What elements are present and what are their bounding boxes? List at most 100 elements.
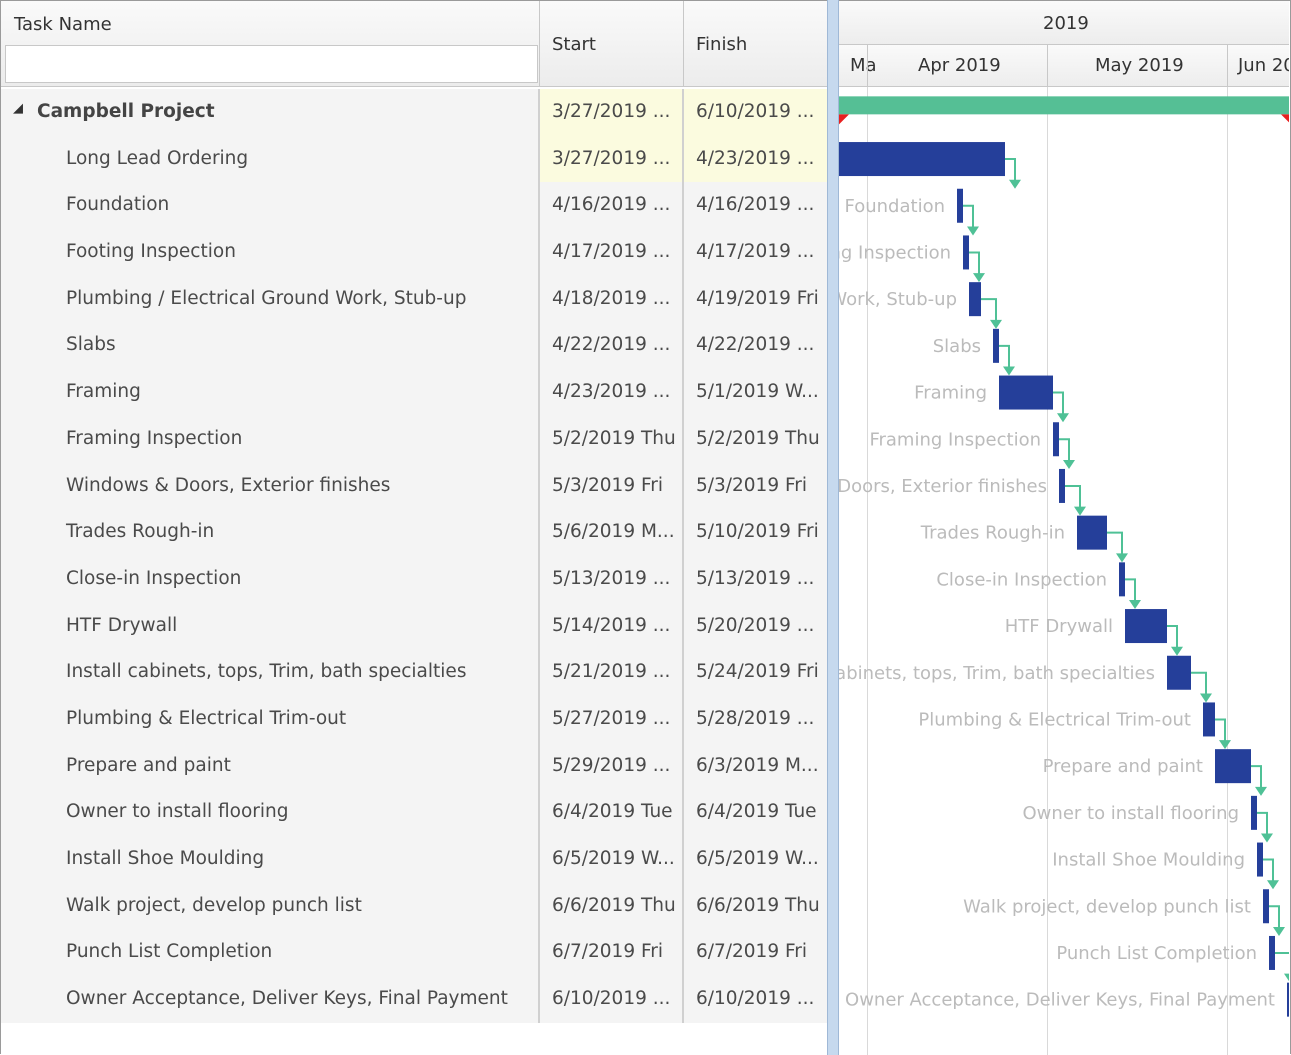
task-row[interactable]: HTF Drywall 5/14/2019 ... 5/20/2019 ... [1,602,827,650]
task-bar[interactable] [1203,702,1215,737]
task-name-cell[interactable]: Plumbing & Electrical Trim-out [1,695,540,743]
summary-bar[interactable] [839,96,1289,115]
start-date-cell[interactable]: 4/22/2019 ... [540,322,684,370]
task-name-filter-input[interactable] [5,45,538,83]
task-bar[interactable] [1119,562,1125,597]
task-bar[interactable] [1215,749,1251,784]
task-bar[interactable] [957,188,963,223]
task-bar[interactable] [1287,982,1289,1017]
task-row[interactable]: Slabs 4/22/2019 ... 4/22/2019 ... [1,322,827,370]
finish-date-cell[interactable]: 5/3/2019 Fri [684,462,827,510]
task-name-cell[interactable]: Owner Acceptance, Deliver Keys, Final Pa… [1,976,540,1023]
task-row[interactable]: Framing 4/23/2019 ... 5/1/2019 W... [1,369,827,416]
task-name-cell[interactable]: Slabs [1,322,540,370]
start-date-cell[interactable]: 3/27/2019 ... [540,135,684,183]
column-header-start[interactable]: Start [540,1,684,87]
start-date-cell[interactable]: 6/10/2019 ... [540,976,684,1023]
finish-date-cell[interactable]: 4/17/2019 ... [684,229,827,276]
task-name-cell[interactable]: Plumbing / Electrical Ground Work, Stub-… [1,275,540,323]
start-date-cell[interactable]: 6/4/2019 Tue [540,789,684,836]
task-name-cell[interactable]: Framing Inspection [1,415,540,463]
column-header-task-name[interactable]: Task Name [1,1,540,87]
task-bar[interactable] [1251,795,1257,830]
task-name-cell[interactable]: Long Lead Ordering [1,135,540,183]
task-bar[interactable] [1125,609,1167,644]
task-bar[interactable] [839,142,1005,177]
task-name-cell[interactable]: Close-in Inspection [1,555,540,603]
finish-date-cell[interactable]: 5/13/2019 ... [684,555,827,603]
task-name-cell[interactable]: ◢ Campbell Project [1,89,540,136]
start-date-cell[interactable]: 5/3/2019 Fri [540,462,684,510]
task-bar[interactable] [999,375,1053,410]
start-date-cell[interactable]: 5/29/2019 ... [540,742,684,790]
grid-timeline-splitter[interactable] [827,0,839,1055]
start-date-cell[interactable]: 5/2/2019 Thu [540,415,684,463]
task-name-cell[interactable]: Prepare and paint [1,742,540,790]
finish-date-cell[interactable]: 5/20/2019 ... [684,602,827,650]
finish-date-cell[interactable]: 4/23/2019 ... [684,135,827,183]
start-date-cell[interactable]: 4/17/2019 ... [540,229,684,276]
task-name-cell[interactable]: Punch List Completion [1,929,540,977]
collapse-triangle-icon[interactable]: ◢ [13,89,23,132]
finish-date-cell[interactable]: 5/10/2019 Fri [684,509,827,556]
finish-date-cell[interactable]: 6/7/2019 Fri [684,929,827,977]
finish-date-cell[interactable]: 6/5/2019 W... [684,836,827,883]
finish-date-cell[interactable]: 6/3/2019 M... [684,742,827,790]
task-row[interactable]: Install Shoe Moulding 6/5/2019 W... 6/5/20… [1,836,827,883]
task-name-cell[interactable]: Trades Rough-in [1,509,540,556]
task-row[interactable]: Trades Rough-in 5/6/2019 M... 5/10/2019 Fr… [1,509,827,556]
start-date-cell[interactable]: 5/6/2019 M... [540,509,684,556]
task-row[interactable]: Walk project, develop punch list 6/6/2019… [1,882,827,930]
start-date-cell[interactable]: 3/27/2019 ... [540,89,684,136]
task-row[interactable]: Framing Inspection 5/2/2019 Thu 5/2/2019 T… [1,415,827,463]
task-bar[interactable] [1269,935,1275,970]
task-bar[interactable] [963,235,969,270]
task-name-cell[interactable]: HTF Drywall [1,602,540,650]
task-row[interactable]: Punch List Completion 6/7/2019 Fri 6/7/201… [1,929,827,977]
finish-date-cell[interactable]: 4/16/2019 ... [684,182,827,230]
finish-date-cell[interactable]: 4/19/2019 Fri [684,275,827,323]
start-date-cell[interactable]: 5/21/2019 ... [540,649,684,696]
task-row[interactable]: Footing Inspection 4/17/2019 ... 4/17/2019… [1,229,827,276]
task-bar[interactable] [1077,515,1107,550]
task-bar[interactable] [1263,889,1269,924]
column-header-finish[interactable]: Finish [684,1,827,87]
start-date-cell[interactable]: 6/7/2019 Fri [540,929,684,977]
start-date-cell[interactable]: 4/23/2019 ... [540,369,684,416]
task-name-cell[interactable]: Framing [1,369,540,416]
start-date-cell[interactable]: 6/6/2019 Thu [540,882,684,930]
task-name-cell[interactable]: Install Shoe Moulding [1,836,540,883]
task-name-cell[interactable]: Walk project, develop punch list [1,882,540,930]
task-name-cell[interactable]: Windows & Doors, Exterior finishes [1,462,540,510]
task-row[interactable]: Install cabinets, tops, Trim, bath speci… [1,649,827,696]
start-date-cell[interactable]: 4/18/2019 ... [540,275,684,323]
start-date-cell[interactable]: 4/16/2019 ... [540,182,684,230]
finish-date-cell[interactable]: 6/10/2019 ... [684,976,827,1023]
start-date-cell[interactable]: 5/27/2019 ... [540,695,684,743]
task-name-cell[interactable]: Foundation [1,182,540,230]
task-row[interactable]: Long Lead Ordering 3/27/2019 ... 4/23/2019… [1,135,827,183]
summary-task-row[interactable]: ◢ Campbell Project 3/27/2019 ... 6/10/2019 … [1,89,827,136]
task-row[interactable]: Plumbing / Electrical Ground Work, Stub-… [1,275,827,323]
finish-date-cell[interactable]: 6/6/2019 Thu [684,882,827,930]
task-name-cell[interactable]: Owner to install flooring [1,789,540,836]
task-bar[interactable] [969,282,981,317]
task-row[interactable]: Prepare and paint 5/29/2019 ... 6/3/2019 M… [1,742,827,790]
task-row[interactable]: Owner to install flooring 6/4/2019 Tue 6/4… [1,789,827,836]
task-bar[interactable] [1053,422,1059,457]
task-row[interactable]: Windows & Doors, Exterior finishes 5/3/20… [1,462,827,510]
finish-date-cell[interactable]: 5/1/2019 W... [684,369,827,416]
start-date-cell[interactable]: 6/5/2019 W... [540,836,684,883]
task-row[interactable]: Owner Acceptance, Deliver Keys, Final Pa… [1,976,827,1023]
task-bar[interactable] [1167,655,1191,690]
task-row[interactable]: Foundation 4/16/2019 ... 4/16/2019 ... [1,182,827,230]
task-bar[interactable] [1257,842,1263,877]
finish-date-cell[interactable]: 6/4/2019 Tue [684,789,827,836]
task-bar[interactable] [1059,468,1065,503]
start-date-cell[interactable]: 5/13/2019 ... [540,555,684,603]
finish-date-cell[interactable]: 5/24/2019 Fri [684,649,827,696]
task-name-cell[interactable]: Install cabinets, tops, Trim, bath speci… [1,649,540,696]
finish-date-cell[interactable]: 4/22/2019 ... [684,322,827,370]
start-date-cell[interactable]: 5/14/2019 ... [540,602,684,650]
task-row[interactable]: Close-in Inspection 5/13/2019 ... 5/13/201… [1,555,827,603]
